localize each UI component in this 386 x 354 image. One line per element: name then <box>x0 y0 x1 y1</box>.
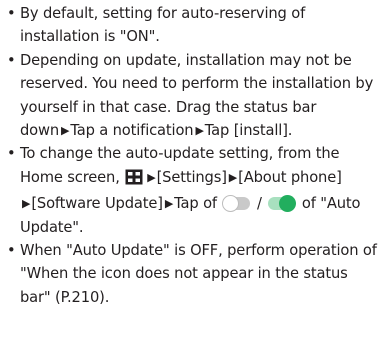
toggle-on-icon <box>268 195 297 213</box>
bullet-list: By default, setting for auto-reserving o… <box>6 2 382 309</box>
step-about-phone: [About phone] <box>238 168 342 186</box>
bullet-text: When "Auto Update" is OFF, perform opera… <box>20 242 377 306</box>
bullet-text: By default, setting for auto-reserving o… <box>20 5 306 46</box>
toggle-off-icon <box>222 195 251 213</box>
arrow-right-icon: ▶ <box>147 170 156 184</box>
step-tap-notification: Tap a notification <box>70 122 194 140</box>
step-software-update: [Software Update] <box>31 195 163 213</box>
bullet-auto-reserve-default: By default, setting for auto-reserving o… <box>6 2 382 49</box>
bullet-manual-install: Depending on update, installation may no… <box>6 49 382 143</box>
arrow-right-icon: ▶ <box>61 124 70 138</box>
arrow-right-icon: ▶ <box>22 197 31 211</box>
document-body: By default, setting for auto-reserving o… <box>0 0 386 354</box>
arrow-right-icon: ▶ <box>164 197 174 211</box>
step-tap-of: Tap of <box>174 195 217 213</box>
arrow-right-icon: ▶ <box>228 170 238 184</box>
slash-separator: / <box>257 195 262 213</box>
step-tap-install: Tap [install]. <box>204 122 293 140</box>
arrow-right-icon: ▶ <box>195 124 204 138</box>
bullet-change-auto-update: To change the auto-update setting, from … <box>6 142 382 239</box>
step-settings: [Settings] <box>156 168 227 186</box>
bullet-auto-update-off: When "Auto Update" is OFF, perform opera… <box>6 239 382 309</box>
apps-grid-icon <box>125 169 143 192</box>
